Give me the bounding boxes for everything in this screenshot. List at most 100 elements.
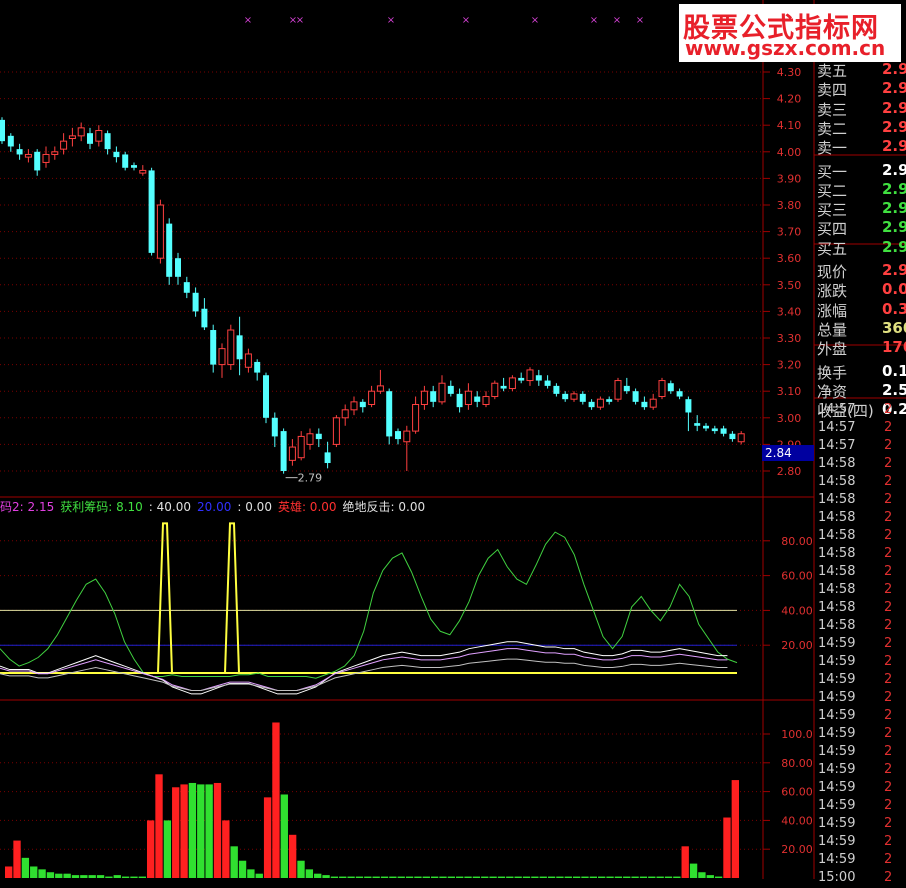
quote-value: 2.94 xyxy=(882,160,906,179)
candle-body xyxy=(341,409,349,419)
quote-value: 2.92 xyxy=(882,199,906,218)
tick-row[interactable]: 14:59 2 xyxy=(814,726,906,744)
volume-bar xyxy=(314,873,322,878)
tick-row[interactable]: 14:59 2 xyxy=(814,834,906,852)
candle-body xyxy=(474,396,481,402)
tick-row[interactable]: 14:58 2 xyxy=(814,582,906,600)
indicator-legend-item: 获利筹码: 8.10 xyxy=(60,500,143,514)
tick-row[interactable]: 14:58 2 xyxy=(814,600,906,618)
tick-time: 14:59 xyxy=(818,780,856,795)
quote-value: 2.98 xyxy=(882,79,906,98)
tick-time: 14:58 xyxy=(818,474,856,489)
tick-row[interactable]: 14:58 2 xyxy=(814,546,906,564)
indicator-tick-label: 40.00 xyxy=(781,604,813,617)
price-tick-label: 3.60 xyxy=(777,252,802,265)
volume-bar xyxy=(63,873,71,878)
candle-body xyxy=(711,428,718,432)
tick-row[interactable]: 14:59 2 xyxy=(814,690,906,708)
indicator-legend-item: 英雄: 0.00 xyxy=(277,500,337,514)
volume-bar xyxy=(138,876,146,878)
tick-row[interactable]: 14:58 2 xyxy=(814,510,906,528)
candle-body xyxy=(306,433,314,445)
tick-row[interactable]: 14:59 2 xyxy=(814,762,906,780)
quote-label: 外盘 xyxy=(817,340,848,359)
tick-price: 2 xyxy=(884,402,893,417)
candle-body xyxy=(288,446,296,461)
tick-row[interactable]: 14:59 2 xyxy=(814,744,906,762)
tick-row[interactable]: 14:59 2 xyxy=(814,798,906,816)
tick-price: 2 xyxy=(884,564,893,579)
yellow-spike xyxy=(157,522,173,674)
quote-row: 买一 2.94 xyxy=(814,160,906,181)
candle-body xyxy=(535,375,542,381)
tick-row[interactable]: 14:58 2 xyxy=(814,474,906,492)
tick-row[interactable]: 14:58 2 xyxy=(814,618,906,636)
signal-marker: × xyxy=(244,15,252,26)
candle-body xyxy=(438,382,446,403)
tick-price: 2 xyxy=(884,690,893,705)
candle-body xyxy=(271,417,278,437)
tick-row[interactable]: 15:00 2 xyxy=(814,870,906,888)
volume-bar xyxy=(464,876,472,878)
candle-body xyxy=(201,308,208,328)
candle-body xyxy=(676,391,683,397)
tick-row[interactable]: 14:58 2 xyxy=(814,528,906,546)
candle-body xyxy=(667,383,674,392)
candle-body xyxy=(350,401,358,411)
tick-price: 2 xyxy=(884,510,893,525)
volume-bar xyxy=(172,787,180,878)
green-line xyxy=(0,531,738,679)
candle-body xyxy=(254,361,261,373)
tick-row[interactable]: 14:58 2 xyxy=(814,492,906,510)
candle-body xyxy=(737,433,745,443)
tick-row[interactable]: 14:59 2 xyxy=(814,672,906,690)
tick-row[interactable]: 14:59 2 xyxy=(814,816,906,834)
quote-label: 净资 xyxy=(817,382,848,401)
volume-bar xyxy=(714,876,723,878)
quote-row: 总量 360151 xyxy=(814,319,906,339)
volume-bar xyxy=(288,834,297,878)
tick-row[interactable]: 14:59 2 xyxy=(814,708,906,726)
volume-bar xyxy=(456,876,464,878)
volume-bar xyxy=(706,875,714,878)
candle-body xyxy=(236,335,243,360)
tick-row[interactable]: 14:58 2 xyxy=(814,564,906,582)
tick-row[interactable]: 14:58 2 xyxy=(814,456,906,474)
volume-tick-label: 40.00 xyxy=(781,814,813,827)
tick-row[interactable]: 14:57 2 xyxy=(814,438,906,456)
quote-label: 买三 xyxy=(817,201,848,220)
quote-label: 卖五 xyxy=(817,62,848,80)
tick-time: 14:58 xyxy=(818,600,856,615)
volume-bar xyxy=(21,857,30,878)
tick-row[interactable]: 14:59 2 xyxy=(814,654,906,672)
tick-row[interactable]: 14:59 2 xyxy=(814,852,906,870)
tick-row[interactable]: 14:59 2 xyxy=(814,636,906,654)
volume-bar xyxy=(514,876,522,878)
volume-bar xyxy=(121,876,130,878)
price-tick-label: 2.80 xyxy=(777,465,802,478)
tick-price: 2 xyxy=(884,474,893,489)
candle-body xyxy=(51,151,59,155)
volume-bar xyxy=(146,820,155,878)
volume-bar xyxy=(430,876,439,878)
tick-row[interactable]: 14:59 2 xyxy=(814,780,906,798)
tick-price: 2 xyxy=(884,600,893,615)
candle-body xyxy=(87,133,93,144)
candle-body xyxy=(685,399,692,413)
candle-body xyxy=(720,428,727,434)
chart-canvas[interactable]: 4.30 4.20 4.10 4.00 3.90 3.80 3.70 3.60 3.50 3.40… xyxy=(0,0,906,879)
candle-body xyxy=(562,393,569,400)
tick-row[interactable]: 14:57 2 xyxy=(814,420,906,438)
tick-time: 14:57 xyxy=(818,420,856,435)
candle-body xyxy=(420,390,428,406)
quote-value: 0.34% xyxy=(882,299,906,318)
price-tick-label: 4.10 xyxy=(777,119,802,132)
quote-label: 卖四 xyxy=(817,81,848,100)
candle-body xyxy=(623,385,630,392)
candle-body xyxy=(95,130,103,142)
candle-body xyxy=(500,385,507,389)
tick-row[interactable]: 14:57 2 xyxy=(814,402,906,420)
volume-bar xyxy=(447,876,456,878)
price-tick-label: 3.70 xyxy=(777,226,802,239)
tick-time: 14:59 xyxy=(818,798,856,813)
